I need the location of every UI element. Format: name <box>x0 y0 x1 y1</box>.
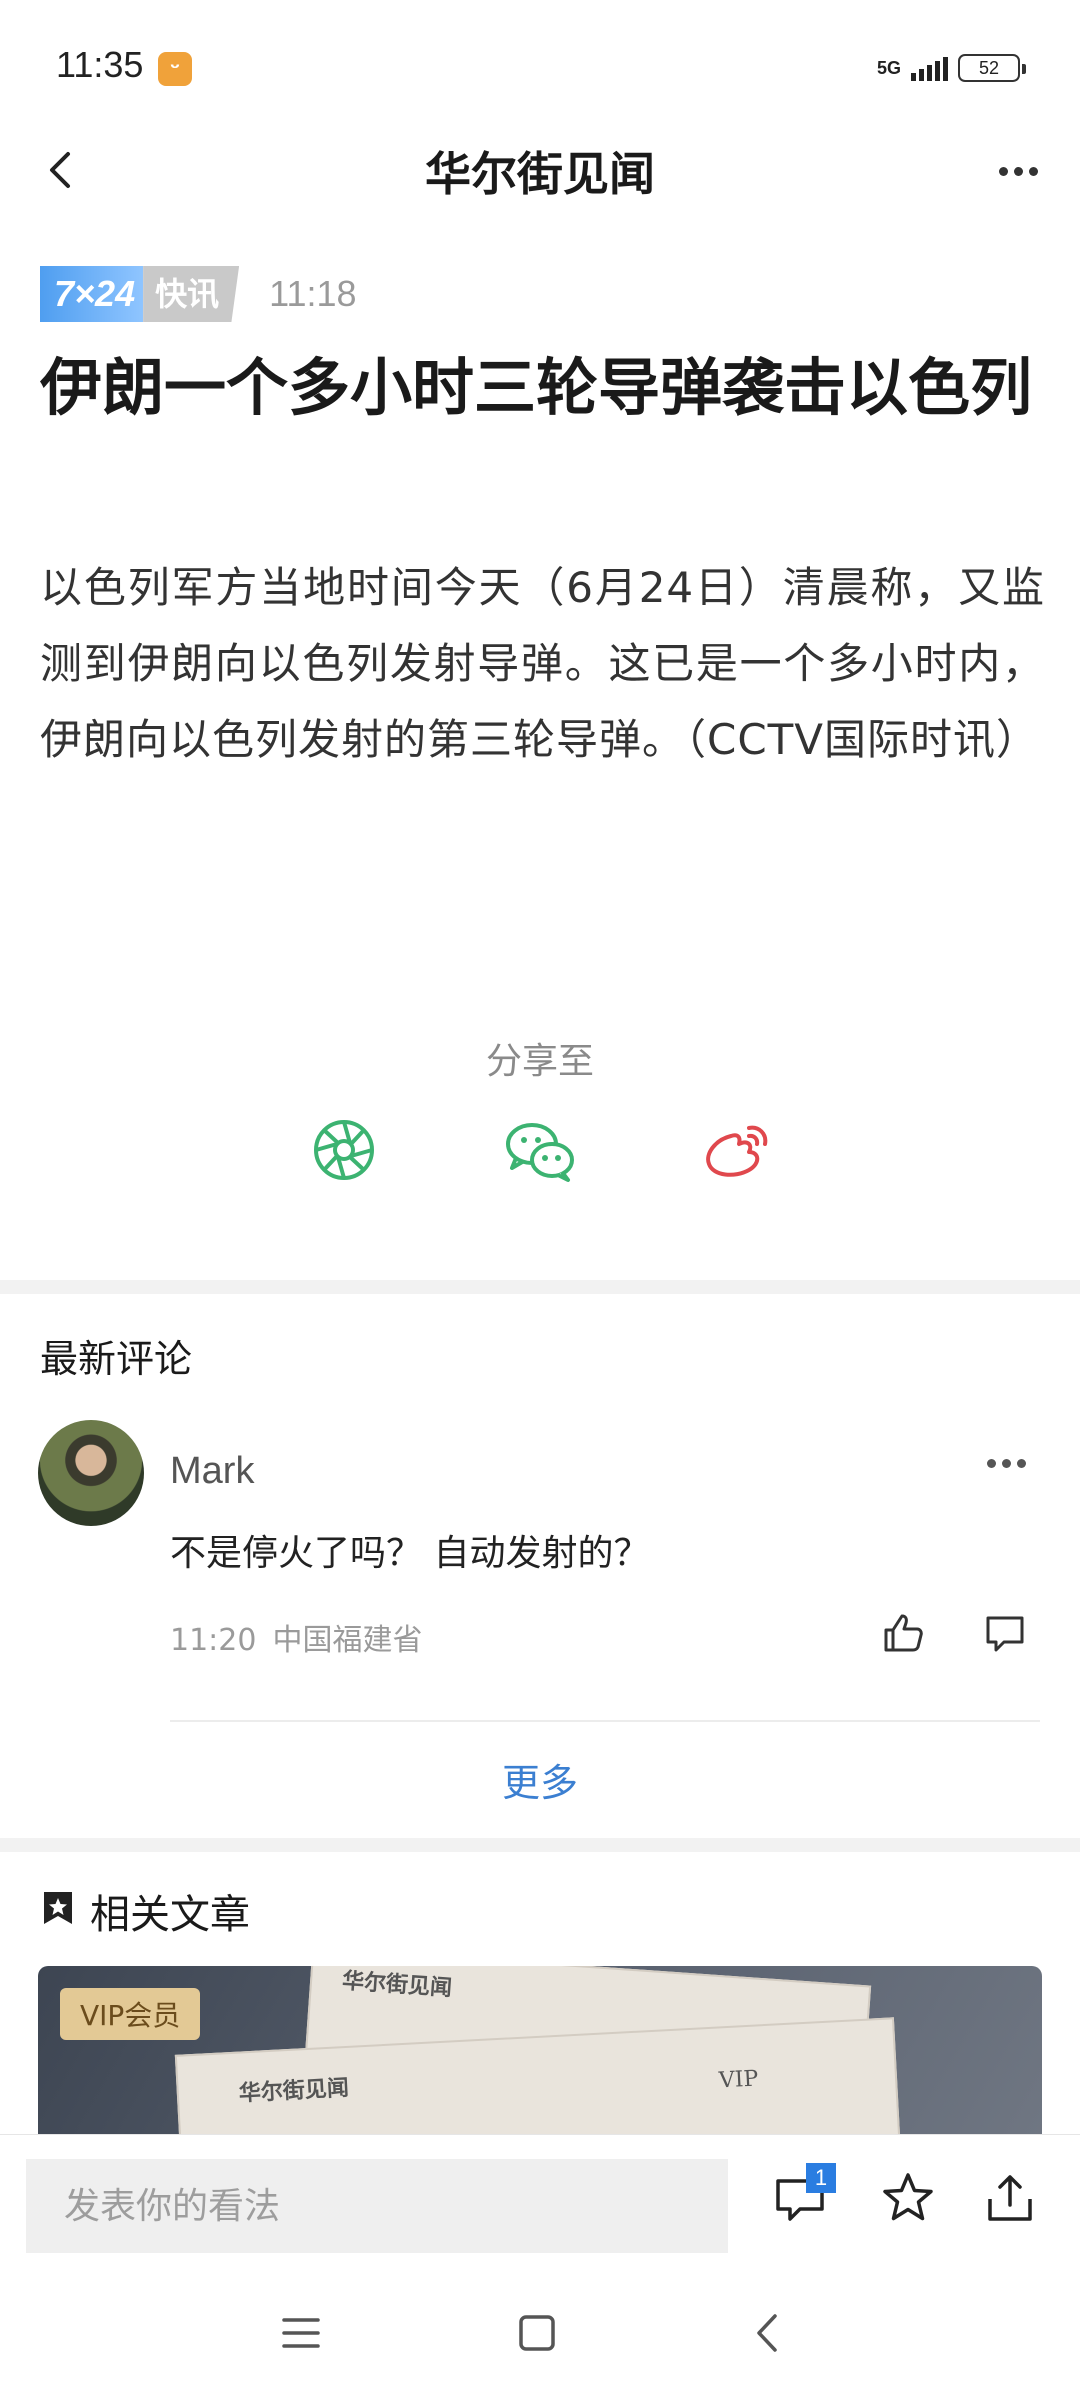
system-navigation-bar <box>0 2264 1080 2400</box>
section-divider <box>0 1280 1080 1294</box>
battery-icon: 52 <box>958 54 1026 82</box>
share-weibo-button[interactable] <box>697 1110 777 1190</box>
share-moments-button[interactable] <box>304 1110 384 1190</box>
more-options-button[interactable] <box>988 146 1048 196</box>
comment-input[interactable] <box>26 2159 728 2253</box>
favorite-button[interactable] <box>878 2169 938 2229</box>
comment-icon <box>986 1616 1024 1652</box>
square-icon <box>519 2315 555 2351</box>
share-wechat-button[interactable] <box>500 1110 580 1190</box>
comment-location: 中国福建省 <box>272 1623 423 1658</box>
comment-divider <box>170 1720 1040 1722</box>
comment-meta: 11:20 中国福建省 <box>170 1615 438 1659</box>
dot <box>1028 166 1038 176</box>
status-indicators: 5G 52 <box>876 48 1026 88</box>
badge-flash: 快讯 <box>143 266 240 322</box>
network-type: 5G <box>876 58 901 78</box>
top-navigation: 华尔街见闻 <box>0 120 1080 220</box>
like-button[interactable] <box>878 1608 928 1658</box>
dot <box>1013 166 1023 176</box>
comment-more-button[interactable] <box>976 1448 1036 1478</box>
avatar[interactable] <box>38 1420 144 1526</box>
signal-icon <box>911 55 948 81</box>
menu-button[interactable] <box>276 2308 326 2358</box>
bottom-action-bar: 1 <box>0 2134 1080 2264</box>
thumbs-up-icon <box>884 1614 923 1652</box>
paper-logo: 华尔街见闻 <box>238 2074 350 2107</box>
article-time: 11:18 <box>269 273 357 314</box>
home-button[interactable] <box>512 2308 562 2358</box>
article-meta: 7×24 快讯 11:18 <box>40 266 357 322</box>
reply-button[interactable] <box>980 1608 1030 1658</box>
share-label: 分享至 <box>485 1041 594 1082</box>
comment-time: 11:20 <box>170 1623 257 1658</box>
section-divider <box>0 1838 1080 1852</box>
wechat-icon <box>506 1123 574 1182</box>
chevron-left-icon <box>757 2314 777 2352</box>
notification-app-icon: ᵕ <box>158 52 192 86</box>
comment-text: 不是停火了吗？ 自动发射的？ <box>170 1533 650 1574</box>
article-body: 以色列军方当地时间今天（6月24日）清晨称，又监测到伊朗向以色列发射导弹。这已是… <box>40 563 1045 764</box>
star-icon <box>883 2173 933 2221</box>
more-comments-link[interactable]: 更多 <box>0 1752 1080 1807</box>
paper-logo: 华尔街见闻 <box>341 1967 453 2002</box>
bookmark-star-icon <box>44 1892 72 1924</box>
comments-section-title: 最新评论 <box>40 1337 193 1381</box>
flash-news-badge: 7×24 快讯 <box>40 266 240 322</box>
dot <box>986 1458 996 1468</box>
dot <box>1016 1458 1026 1468</box>
status-bar: 11:35 ᵕ 5G 52 <box>0 0 1080 130</box>
badge-7x24: 7×24 <box>40 266 144 322</box>
vip-tag: VIP会员 <box>60 1988 201 2040</box>
status-time: 11:35 <box>56 44 144 85</box>
paper-mark: VIP <box>718 2066 759 2094</box>
comment-username[interactable]: Mark <box>170 1450 254 1493</box>
dot <box>998 166 1008 176</box>
share-button[interactable] <box>980 2169 1040 2229</box>
menu-icon <box>282 2318 320 2348</box>
related-section-title: 相关文章 <box>90 1892 250 1938</box>
share-buttons <box>0 1110 1080 1190</box>
moments-icon <box>314 1120 374 1180</box>
system-back-button[interactable] <box>744 2308 794 2358</box>
dot <box>1001 1458 1011 1468</box>
page-title: 华尔街见闻 <box>425 147 655 201</box>
weibo-icon <box>706 1125 768 1177</box>
related-article-card[interactable]: 华尔街见闻 华尔街见闻 VIP VIP会员 <box>38 1966 1042 2134</box>
comment-count-badge: 1 <box>806 2163 836 2193</box>
share-icon <box>988 2175 1032 2221</box>
article-title: 伊朗一个多小时三轮导弹袭击以色列 <box>40 351 1033 424</box>
